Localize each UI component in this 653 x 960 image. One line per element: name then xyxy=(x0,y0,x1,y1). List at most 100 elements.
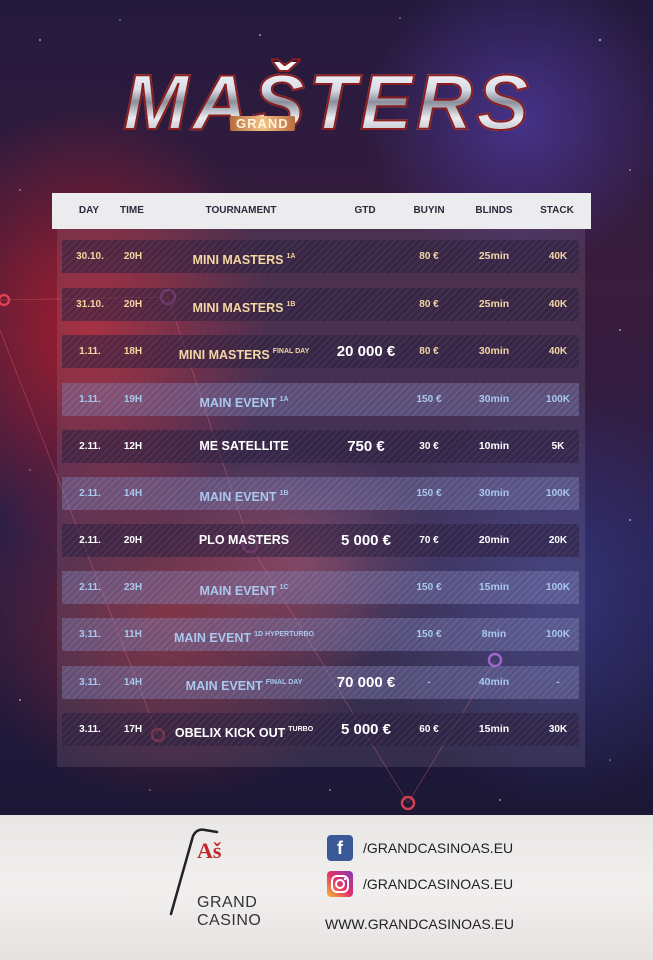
row-blinds: 30min xyxy=(478,393,510,405)
row-gtd: 750 € xyxy=(347,438,385,455)
row-tournament: MAIN EVENT 1B xyxy=(154,477,334,510)
instagram-icon[interactable] xyxy=(327,871,353,897)
row-time: 14H xyxy=(123,488,143,499)
row-blinds: 10min xyxy=(478,440,510,452)
row-blinds: 25min xyxy=(478,250,510,262)
table-row: 2.11. 12H ME SATELLITE 750 € 30 € 10min 5K xyxy=(62,430,579,463)
table-row: 31.10. 20H MINI MASTERS 1B 80 € 25min 40K xyxy=(62,288,579,321)
row-blinds: 20min xyxy=(478,534,510,546)
row-tournament: MAIN EVENT 1A xyxy=(154,383,334,416)
tournament-flight: 1A xyxy=(279,396,289,403)
header-tournament: TOURNAMENT xyxy=(205,205,277,216)
row-time: 11H xyxy=(124,629,142,640)
row-stack: 100K xyxy=(546,394,570,405)
row-time: 23H xyxy=(123,582,143,593)
row-stack: 40K xyxy=(548,346,568,357)
row-buyin: 80 € xyxy=(419,251,439,262)
facebook-link[interactable]: /GRANDCASINOAS.EU xyxy=(363,840,513,856)
row-tournament: MINI MASTERS FINAL DAY xyxy=(154,335,334,368)
tournament-name: MAIN EVENT xyxy=(199,490,277,504)
row-blinds: 8min xyxy=(481,628,507,640)
row-stack: 100K xyxy=(546,488,570,499)
row-blinds: 30min xyxy=(478,345,510,357)
website-link[interactable]: WWW.GRANDCASINOAS.EU xyxy=(325,916,514,932)
row-time: 17H xyxy=(123,724,143,735)
row-day: 2.11. xyxy=(79,441,101,452)
row-time: 19H xyxy=(123,394,143,405)
row-buyin: 150 € xyxy=(416,394,442,405)
tournament-flight: FINAL DAY xyxy=(272,348,310,355)
row-day: 2.11. xyxy=(79,582,101,593)
row-buyin: 150 € xyxy=(416,629,442,640)
row-tournament: MINI MASTERS 1B xyxy=(154,288,334,321)
header-time: TIME xyxy=(120,205,144,216)
facebook-icon[interactable]: f xyxy=(327,835,353,861)
grand-casino-logo: Aš GRAND CASINO xyxy=(167,826,277,936)
tournament-name: MINI MASTERS xyxy=(192,253,284,267)
row-buyin: 70 € xyxy=(419,535,439,546)
row-day: 31.10. xyxy=(76,299,104,310)
instagram-link[interactable]: /GRANDCASINOAS.EU xyxy=(363,876,513,892)
row-blinds: 15min xyxy=(478,581,510,593)
header-gtd: GTD xyxy=(354,205,376,216)
table-row: 1.11. 18H MINI MASTERS FINAL DAY 20 000 €80 … xyxy=(62,335,579,368)
row-day: 1.11. xyxy=(79,394,101,405)
schedule-header: DAY TIME TOURNAMENT GTD BUYIN BLINDS STA… xyxy=(52,193,591,229)
tournament-name: ME SATELLITE xyxy=(199,439,289,453)
row-blinds: 40min xyxy=(478,676,510,688)
table-row: 1.11. 19H MAIN EVENT 1A 150 € 30min 100K xyxy=(62,383,579,416)
tournament-flight: 1B xyxy=(279,490,289,497)
tournament-flight: FINAL DAY xyxy=(265,679,303,686)
header-buyin: BUYIN xyxy=(413,205,445,216)
row-day: 3.11. xyxy=(79,724,101,735)
tournament-flight: 1B xyxy=(286,301,296,308)
tournament-name: MAIN EVENT xyxy=(199,396,277,410)
row-time: 12H xyxy=(123,441,143,452)
row-gtd xyxy=(324,240,408,273)
row-stack: - xyxy=(556,677,560,688)
brand-grand: GRAND xyxy=(197,894,258,911)
row-time: 18H xyxy=(123,346,143,357)
row-buyin: 80 € xyxy=(419,299,439,310)
row-blinds: 15min xyxy=(478,723,510,735)
row-tournament: MAIN EVENT 1D HYPERTURBO xyxy=(154,618,334,651)
header-day: DAY xyxy=(78,205,100,216)
row-gtd xyxy=(324,288,408,321)
row-day: 3.11. xyxy=(79,677,101,688)
table-row: 3.11. 14H MAIN EVENT FINAL DAY 70 000 € -40mi… xyxy=(62,666,579,699)
row-day: 1.11. xyxy=(79,346,101,357)
row-stack: 100K xyxy=(546,629,570,640)
row-gtd: 70 000 € xyxy=(336,674,396,691)
row-stack: 20K xyxy=(548,535,568,546)
row-tournament: OBELIX KICK OUT TURBO xyxy=(154,713,334,746)
row-stack: 100K xyxy=(546,582,570,593)
masters-logo: MAŠTERS GRAND xyxy=(52,61,604,143)
header-blinds: BLINDS xyxy=(475,205,513,216)
brand-casino: CASINO xyxy=(197,912,262,929)
row-time: 20H xyxy=(123,251,143,262)
row-day: 2.11. xyxy=(79,535,101,546)
tournament-name: MAIN EVENT xyxy=(174,631,252,645)
row-gtd: 5 000 € xyxy=(340,532,392,549)
table-row: 3.11. 17H OBELIX KICK OUT TURBO 5 000 € 60 € 1… xyxy=(62,713,579,746)
tournament-flight: TURBO xyxy=(288,726,314,733)
row-buyin: 30 € xyxy=(419,441,439,452)
row-time: 14H xyxy=(123,677,143,688)
table-row: 30.10. 20H MINI MASTERS 1A 80 € 25min 40K xyxy=(62,240,579,273)
row-stack: 40K xyxy=(548,251,568,262)
row-day: 3.11. xyxy=(79,629,101,640)
logo-title: MAŠTERS xyxy=(52,61,604,143)
table-row: 3.11. 11H MAIN EVENT 1D HYPERTURBO 150 € 8min… xyxy=(62,618,579,651)
row-blinds: 25min xyxy=(478,298,510,310)
tournament-name: MINI MASTERS xyxy=(178,348,270,362)
row-tournament: MAIN EVENT FINAL DAY xyxy=(154,666,334,699)
row-stack: 30K xyxy=(548,724,568,735)
tournament-name: MINI MASTERS xyxy=(192,301,284,315)
tournament-name: OBELIX KICK OUT xyxy=(174,726,286,740)
row-tournament: ME SATELLITE xyxy=(154,430,334,463)
header-stack: STACK xyxy=(540,205,574,216)
table-row: 2.11. 14H MAIN EVENT 1B 150 € 30min 100K xyxy=(62,477,579,510)
tournament-name: MAIN EVENT xyxy=(199,584,277,598)
row-gtd xyxy=(324,618,408,651)
tournament-name: MAIN EVENT xyxy=(185,679,263,693)
